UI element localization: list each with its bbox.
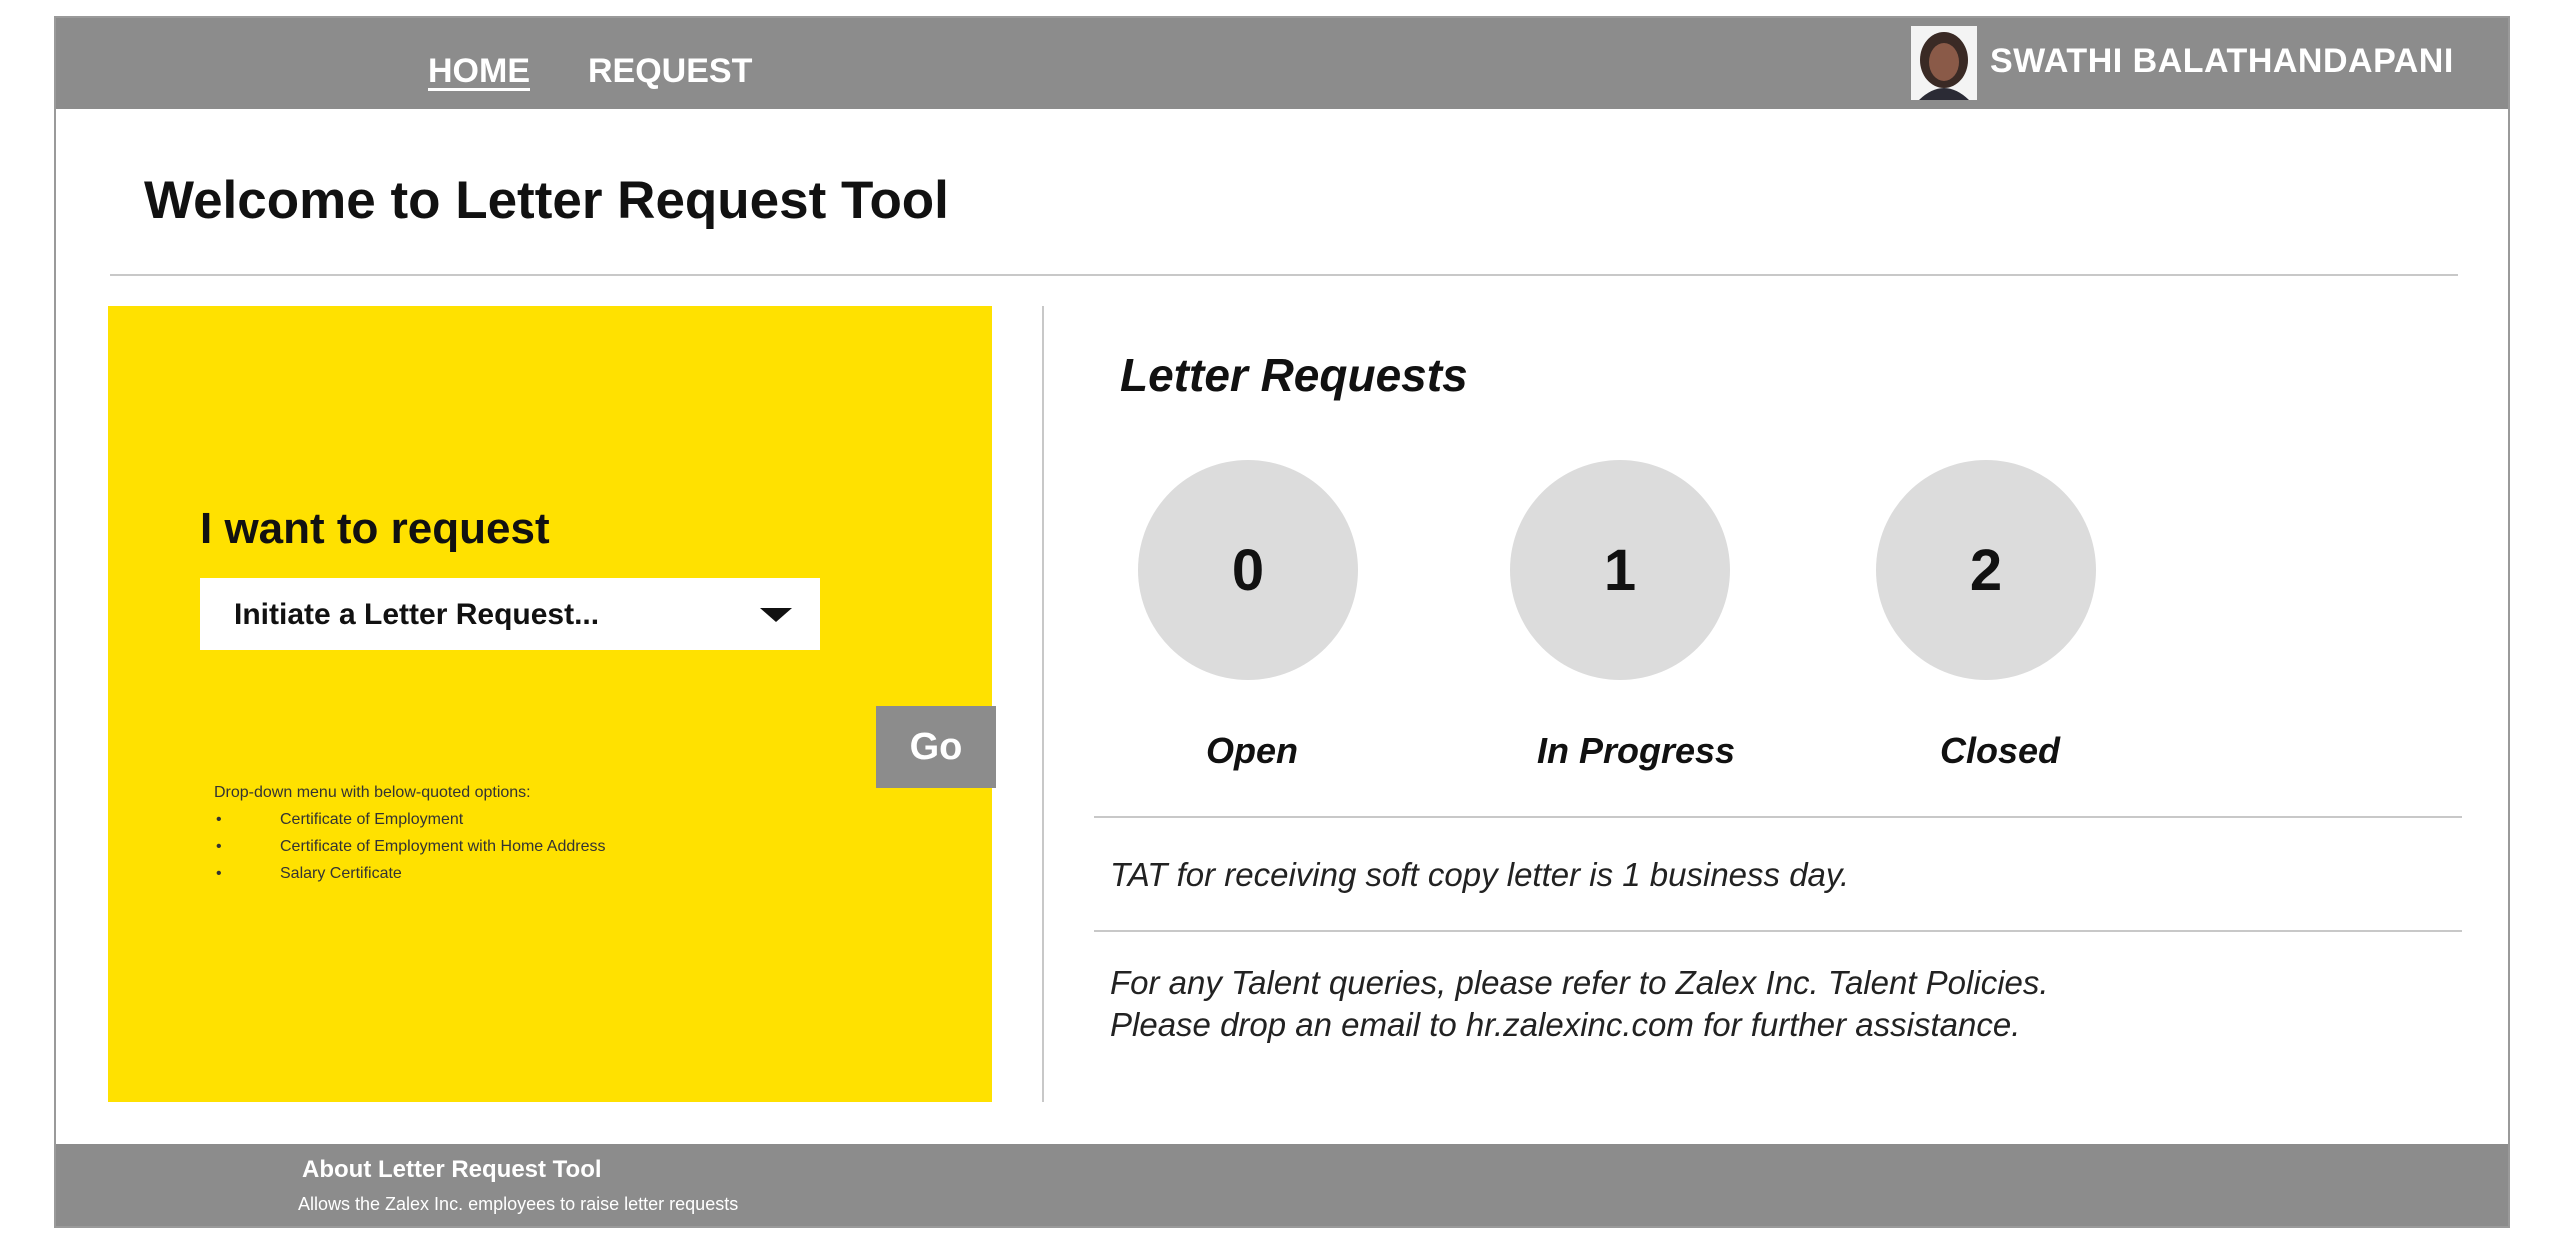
- closed-label: Closed: [1939, 730, 2061, 771]
- open-label: Open: [1205, 730, 1298, 771]
- select-value: Initiate a Letter Request...: [234, 598, 600, 631]
- request-panel: I want to request Initiate a Letter Requ…: [108, 306, 996, 1102]
- go-button[interactable]: Go: [876, 706, 996, 788]
- in-progress-label: In Progress: [1536, 730, 1736, 771]
- footer-subtitle: Allows the Zalex Inc. employees to raise…: [298, 1194, 739, 1214]
- dropdown-note: Drop-down menu with below-quoted options…: [214, 784, 531, 801]
- vertical-divider: [1042, 306, 1044, 1102]
- stat-closed[interactable]: 2 Closed: [1876, 460, 2096, 771]
- letter-requests-title: Letter Requests: [1120, 349, 1468, 401]
- stat-in-progress[interactable]: 1 In Progress: [1510, 460, 1735, 771]
- tat-text: TAT for receiving soft copy letter is 1 …: [1110, 856, 1850, 893]
- open-count-circle[interactable]: 0: [1138, 460, 1358, 680]
- user-avatar[interactable]: [1911, 26, 1977, 100]
- stat-open[interactable]: 0 Open: [1138, 460, 1358, 771]
- avatar-icon: [1911, 26, 1977, 100]
- contact-text-line1: For any Talent queries, please refer to …: [1110, 964, 2049, 1001]
- closed-count-circle[interactable]: 2: [1876, 460, 2096, 680]
- nav-request-link[interactable]: REQUEST: [588, 52, 752, 91]
- chevron-down-icon: [760, 608, 792, 622]
- request-heading: I want to request: [200, 504, 550, 553]
- page-title: Welcome to Letter Request Tool: [144, 171, 949, 230]
- in-progress-count-circle[interactable]: 1: [1510, 460, 1730, 680]
- section-divider: [1094, 930, 2462, 932]
- section-divider: [1094, 816, 2462, 818]
- app-frame: HOME REQUEST SWATHI BALATHANDAPANI Welco…: [54, 16, 2510, 1228]
- letter-type-select[interactable]: Initiate a Letter Request...: [200, 578, 820, 650]
- list-item: Certificate of Employment with Home Addr…: [214, 833, 605, 860]
- nav-home-link[interactable]: HOME: [428, 52, 530, 91]
- contact-text-line2: Please drop an email to hr.zalexinc.com …: [1110, 1006, 2021, 1043]
- top-nav-bar: HOME REQUEST SWATHI BALATHANDAPANI: [56, 18, 2508, 109]
- list-item: Certificate of Employment: [214, 806, 605, 833]
- title-divider: [110, 274, 2458, 276]
- user-name[interactable]: SWATHI BALATHANDAPANI: [1990, 42, 2454, 81]
- list-item: Salary Certificate: [214, 860, 605, 887]
- footer: About Letter Request Tool Allows the Zal…: [56, 1144, 2508, 1226]
- option-list: Certificate of Employment Certificate of…: [214, 806, 605, 887]
- footer-title: About Letter Request Tool: [302, 1156, 602, 1183]
